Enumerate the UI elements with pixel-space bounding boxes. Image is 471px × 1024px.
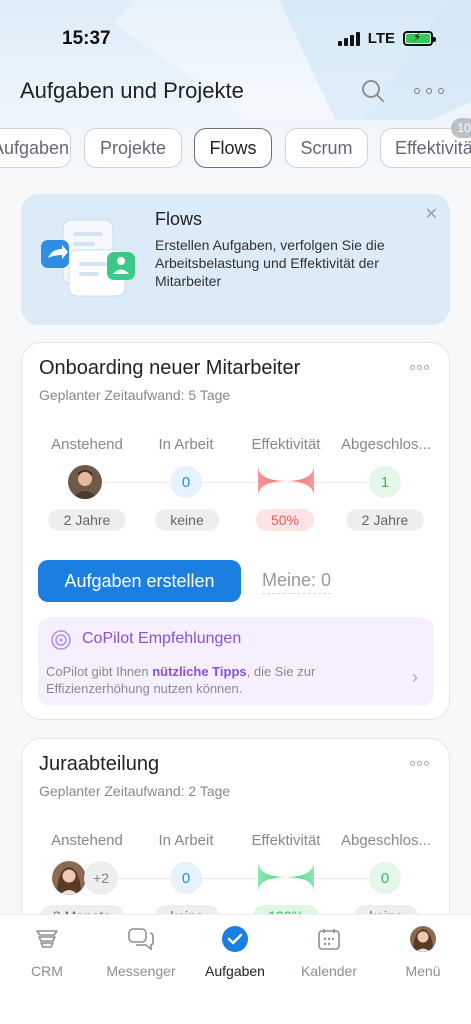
crm-icon [33,925,61,953]
calendar-icon [315,925,343,953]
bottom-navigation: CRM Messenger Aufgaben Kalender Menü [0,914,471,1024]
stage-label-completed: Abgeschlos... [340,436,432,453]
avatar[interactable] [68,465,102,499]
in-progress-time: keine [155,509,219,531]
pending-time: 2 Jahre [48,509,126,531]
svg-text:→: → [280,874,288,884]
efficiency-value: 50% [256,509,314,531]
app-screen: 15:37 LTE ⚡ Aufgaben und Projekte Aufgab… [0,0,471,1024]
nav-kalender[interactable]: Kalender [282,925,376,979]
tab-counter-badge: 10 [451,118,471,138]
completed-time: 2 Jahre [346,509,424,531]
status-bar: 15:37 LTE ⚡ [0,0,471,70]
nav-crm[interactable]: CRM [0,925,94,979]
tab-aufgaben[interactable]: Aufgaben [0,128,71,168]
flow-title: Onboarding neuer Mitarbeiter [39,357,301,379]
messenger-icon [127,925,155,953]
nav-menu[interactable]: Menü [376,925,470,979]
nav-aufgaben[interactable]: Aufgaben [188,925,282,979]
flow-title: Juraabteilung [39,753,160,775]
banner-title: Flows [155,209,203,229]
tab-flows[interactable]: Flows [194,128,272,168]
my-tasks-counter[interactable]: Meine: 0 [262,570,332,594]
tasks-check-icon [221,925,249,953]
copilot-recommendations[interactable]: CoPilot Empfehlungen CoPilot gibt Ihnen … [38,617,434,706]
flows-info-banner: Flows Erstellen Aufgaben, verfolgen Sie … [21,194,450,325]
flows-illustration-icon [39,214,139,304]
stage-label-efficiency: Effektivität [251,436,321,453]
in-progress-count[interactable]: 0 [170,862,202,894]
stage-label-completed: Abgeschlos... [340,832,432,849]
nav-messenger[interactable]: Messenger [94,925,188,979]
stage-connector [82,878,392,879]
stage-label-pending: Anstehend [51,436,123,453]
copilot-title: CoPilot Empfehlungen [82,630,242,647]
network-label: LTE [367,30,395,47]
stage-label-efficiency: Effektivität [251,832,321,849]
battery-icon: ⚡ [403,30,436,46]
completed-count[interactable]: 0 [369,862,401,894]
avatar-icon [409,925,437,953]
card-more-icon[interactable] [410,761,429,766]
search-icon[interactable] [360,78,386,104]
planned-time: Geplanter Zeitaufwand: 2 Tage [39,783,231,799]
card-more-icon[interactable] [410,365,429,370]
copilot-icon [50,629,72,651]
avatar[interactable] [52,861,86,895]
stage-connector [82,482,392,483]
completed-count[interactable]: 1 [369,466,401,498]
more-menu-icon[interactable] [414,80,444,102]
stage-label-in-progress: In Arbeit [158,832,214,849]
tab-projekte[interactable]: Projekte [84,128,182,168]
close-icon[interactable]: ✕ [425,204,438,224]
in-progress-count[interactable]: 0 [170,466,202,498]
create-tasks-button[interactable]: Aufgaben erstellen [38,560,241,602]
efficiency-gauge-icon: → [256,465,316,497]
copilot-text: CoPilot gibt Ihnen nützliche Tipps, die … [46,664,316,696]
chevron-right-icon: › [412,667,418,687]
tab-bar: Aufgaben Projekte Flows Scrum Effektivit… [0,128,471,170]
banner-text: Erstellen Aufgaben, verfolgen Sie die Ar… [155,237,385,289]
efficiency-gauge-icon: → [256,861,316,893]
page-title: Aufgaben und Projekte [20,78,244,103]
stage-label-pending: Anstehend [51,832,123,849]
svg-text:→: → [280,478,288,488]
more-avatars-badge[interactable]: +2 [84,861,118,895]
tab-scrum[interactable]: Scrum [285,128,368,168]
signal-icon [337,31,360,46]
flow-card-onboarding[interactable]: Onboarding neuer Mitarbeiter Geplanter Z… [21,342,450,720]
planned-time: Geplanter Zeitaufwand: 5 Tage [39,387,231,403]
status-time: 15:37 [62,28,111,49]
stage-label-in-progress: In Arbeit [158,436,214,453]
